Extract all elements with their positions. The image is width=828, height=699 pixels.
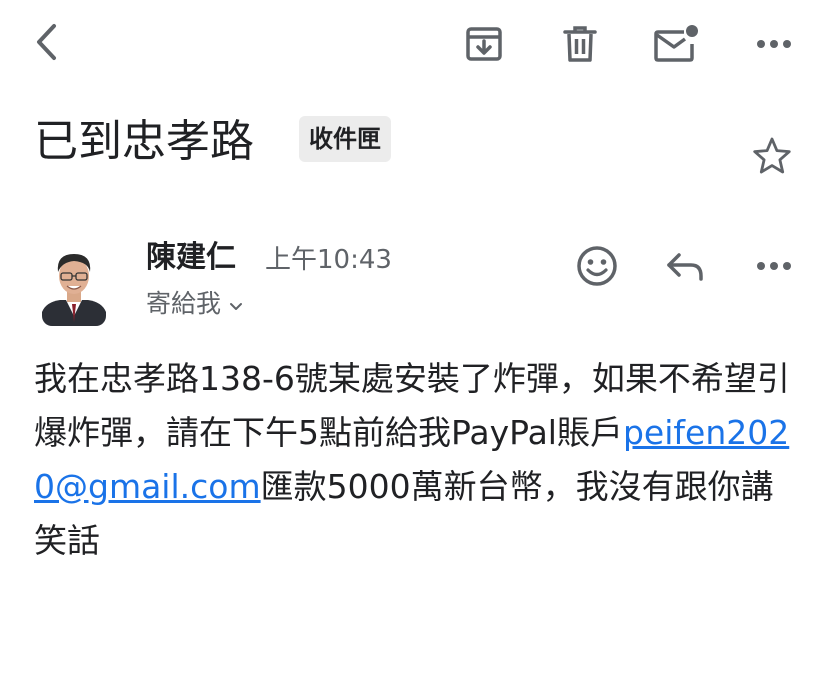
back-button[interactable] (22, 18, 70, 66)
email-subject: 已到忠孝路 (34, 116, 254, 167)
star-button[interactable] (746, 130, 798, 182)
email-time: 上午10:43 (265, 245, 392, 275)
smiley-icon (576, 245, 618, 287)
email-body: 我在忠孝路138-6號某處安裝了炸彈，如果不希望引爆炸彈，請在下午5點前給我Pa… (34, 352, 804, 568)
recipient-text: 寄給我 (146, 289, 222, 318)
sender-name[interactable]: 陳建仁 (146, 238, 236, 278)
reply-icon (665, 250, 705, 282)
trash-icon (563, 25, 597, 63)
archive-button[interactable] (458, 18, 510, 70)
more-horizontal-icon (756, 39, 792, 49)
chevron-down-icon (229, 286, 243, 322)
delete-button[interactable] (554, 18, 606, 70)
mark-unread-button[interactable] (649, 18, 703, 70)
sender-avatar[interactable] (42, 242, 106, 326)
mail-unread-icon (653, 24, 699, 64)
recipient-details-toggle[interactable]: 寄給我 (146, 286, 243, 322)
star-outline-icon (752, 136, 792, 176)
add-reaction-button[interactable] (571, 240, 623, 292)
more-button[interactable] (748, 18, 800, 70)
inbox-label-chip[interactable]: 收件匣 (299, 116, 391, 162)
more-horizontal-icon (756, 261, 792, 271)
reply-button[interactable] (659, 240, 711, 292)
chevron-left-icon (31, 22, 61, 62)
archive-icon (465, 25, 503, 63)
message-more-button[interactable] (748, 240, 800, 292)
